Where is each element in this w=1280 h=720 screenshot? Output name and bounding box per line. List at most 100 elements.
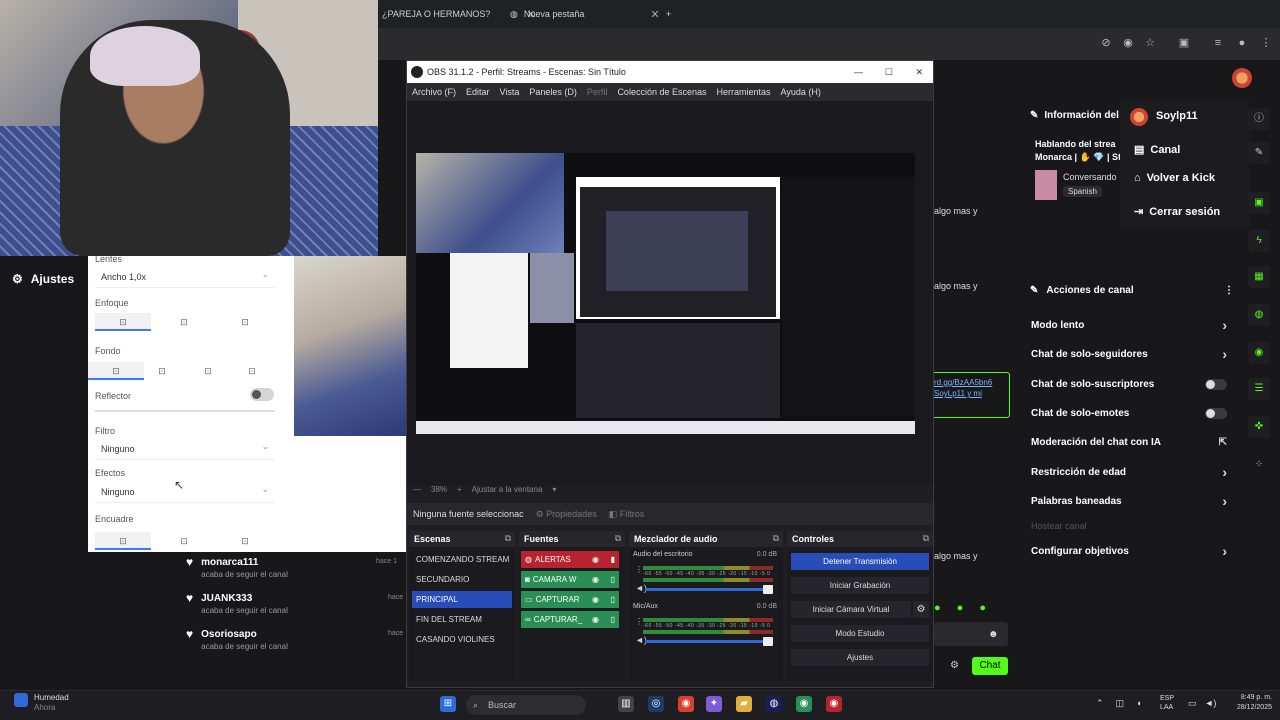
fit-to-window-select[interactable]: Ajustar a la ventana: [472, 485, 543, 494]
steam-icon[interactable]: ◎: [648, 696, 664, 712]
focus-option-2[interactable]: ⊡: [156, 313, 212, 331]
emote-icon[interactable]: ●: [979, 602, 986, 614]
network-icon[interactable]: ◫: [1116, 698, 1125, 709]
eye-icon[interactable]: ◉: [592, 551, 599, 568]
wrench-icon[interactable]: ✜: [1248, 416, 1270, 438]
popout-icon[interactable]: ⧉: [773, 533, 779, 544]
popout-icon[interactable]: ⧉: [923, 533, 929, 544]
filters-button[interactable]: ◧ Filtros: [609, 509, 645, 520]
app-icon[interactable]: ◉: [826, 696, 842, 712]
chrome-icon[interactable]: ◉: [678, 696, 694, 712]
action-banned-words[interactable]: Palabras baneadas ›: [1031, 492, 1227, 510]
list-icon[interactable]: ☰: [1248, 378, 1270, 400]
menu-item-channel[interactable]: ▤ Canal: [1134, 143, 1180, 157]
weather-widget[interactable]: Humedad Ahora: [14, 693, 69, 713]
volume-icon[interactable]: ◄): [1205, 698, 1217, 709]
volume-fader[interactable]: [645, 637, 773, 646]
lock-icon[interactable]: ▯: [611, 591, 615, 608]
popout-icon[interactable]: ⧉: [505, 533, 511, 544]
gear-icon[interactable]: ⚙: [950, 660, 959, 671]
zoom-out-icon[interactable]: —: [413, 485, 421, 494]
broadcast-icon[interactable]: ◉: [1248, 342, 1270, 364]
background-option-4[interactable]: ⊡: [224, 362, 280, 380]
menu-file[interactable]: Archivo (F): [412, 87, 456, 97]
menu-tools[interactable]: Herramientas: [717, 87, 771, 97]
menu-item-logout[interactable]: ⇥ Cerrar sesión: [1134, 205, 1220, 219]
task-view-icon[interactable]: ▥: [618, 696, 634, 712]
playlist-icon[interactable]: ≡: [1210, 35, 1226, 51]
lens-select[interactable]: Ancho 1,0x: [95, 268, 275, 288]
action-age-restriction[interactable]: Restricción de edad ›: [1031, 463, 1227, 481]
pencil-icon[interactable]: ✎: [1248, 142, 1270, 164]
obs-icon[interactable]: ◍: [766, 696, 782, 712]
chevron-up-icon[interactable]: ⌃: [1096, 698, 1104, 709]
bolt-icon[interactable]: ϟ: [1248, 230, 1270, 252]
visibility-icon[interactable]: ◉: [1120, 35, 1136, 51]
action-subscribers-only[interactable]: Chat de solo-suscriptores: [1031, 375, 1227, 393]
mic-icon[interactable]: ◖: [1136, 698, 1141, 709]
copilot-icon[interactable]: ✦: [706, 696, 722, 712]
scene-item[interactable]: COMENZANDO STREAM: [412, 551, 512, 568]
emote-icon[interactable]: ●: [934, 602, 941, 614]
scene-item[interactable]: PRINCIPAL: [412, 591, 512, 608]
framing-option-1[interactable]: ⊡: [95, 532, 151, 550]
action-configure-goals[interactable]: Configurar objetivos ›: [1031, 542, 1227, 560]
clipboard-icon[interactable]: ▦: [1248, 266, 1270, 288]
close-icon[interactable]: ✕: [915, 67, 923, 78]
emote-icon[interactable]: ●: [957, 602, 964, 614]
kebab-menu-icon[interactable]: ⋮: [635, 617, 643, 626]
effects-select[interactable]: Ninguno: [95, 483, 275, 503]
extensions-icon[interactable]: ▣: [1176, 35, 1192, 51]
action-followers-only[interactable]: Chat de solo-seguidores ›: [1031, 345, 1227, 363]
toggle-switch[interactable]: [1205, 407, 1227, 419]
profile-icon[interactable]: ●: [1234, 35, 1250, 51]
chevron-down-icon[interactable]: ▾: [552, 485, 556, 494]
taskbar-clock[interactable]: 8:49 p. m. 28/12/2025: [1226, 693, 1272, 713]
language-indicator[interactable]: ESP LAA: [1160, 694, 1174, 712]
pencil-icon[interactable]: ✎: [1030, 110, 1038, 121]
lock-icon[interactable]: ▯: [611, 611, 615, 628]
info-icon[interactable]: ⓘ: [1248, 108, 1270, 130]
menu-docks[interactable]: Paneles (D): [529, 87, 577, 97]
file-explorer-icon[interactable]: ▰: [736, 696, 752, 712]
reflector-slider[interactable]: [95, 410, 275, 412]
kebab-menu-icon[interactable]: ⋮: [1224, 285, 1234, 296]
scene-item[interactable]: FIN DEL STREAM: [412, 611, 512, 628]
new-tab-button[interactable]: +: [666, 4, 671, 24]
sidebar-item-settings[interactable]: ⚙ Ajustes: [12, 272, 74, 286]
eye-icon[interactable]: ◉: [592, 571, 599, 588]
camera-icon[interactable]: ▣: [1248, 192, 1270, 214]
chat-link[interactable]: rd.gg/BzAA5bn6 SoyLp11 y mi: [930, 372, 1010, 418]
eye-icon[interactable]: ◉: [592, 591, 599, 608]
scene-item[interactable]: SECUNDARIO: [412, 571, 512, 588]
source-item[interactable]: ∞ CAPTURAR_ ◉ ▯: [521, 611, 619, 628]
volume-fader[interactable]: [645, 585, 773, 594]
menu-profile[interactable]: Perfil: [587, 87, 608, 97]
source-item[interactable]: ▭ CAPTURAR ◉ ▯: [521, 591, 619, 608]
kebab-menu-icon[interactable]: ⋮: [635, 565, 643, 574]
emoji-icon[interactable]: ☻: [988, 629, 999, 640]
source-item[interactable]: ◍ ALERTAS ◉ ▮: [521, 551, 619, 568]
menu-view[interactable]: Vista: [500, 87, 520, 97]
toggle-switch[interactable]: [1205, 378, 1227, 390]
properties-button[interactable]: ⚙ Propiedades: [536, 509, 597, 520]
menu-item-back-to-kick[interactable]: ⌂ Volver a Kick: [1134, 172, 1215, 184]
browser-tab-2[interactable]: ◍ Nueva pestaña ✕: [510, 4, 660, 24]
chrome-profile-icon[interactable]: ◉: [796, 696, 812, 712]
start-recording-button[interactable]: Iniciar Grabación: [791, 577, 929, 594]
chat-bubble-icon[interactable]: ◍: [1248, 304, 1270, 326]
kebab-menu-icon[interactable]: ⋮: [1258, 35, 1274, 51]
minimize-icon[interactable]: —: [854, 67, 863, 77]
follower-name[interactable]: JUANK333: [201, 593, 252, 604]
source-item[interactable]: ◙ CAMARA W ◉ ▯: [521, 571, 619, 588]
zoom-in-icon[interactable]: +: [457, 485, 462, 494]
eye-icon[interactable]: ◉: [592, 611, 599, 628]
action-ai-moderation[interactable]: Moderación del chat con IA ⇱: [1031, 433, 1227, 451]
studio-mode-button[interactable]: Modo Estudio: [791, 625, 929, 642]
apps-icon[interactable]: ⁘: [1248, 454, 1270, 476]
menu-edit[interactable]: Editar: [466, 87, 490, 97]
framing-option-2[interactable]: ⊡: [156, 532, 212, 550]
follower-name[interactable]: Osoriosapo: [201, 629, 257, 640]
action-slow-mode[interactable]: Modo lento ›: [1031, 316, 1227, 334]
obs-preview-canvas[interactable]: [416, 153, 915, 434]
